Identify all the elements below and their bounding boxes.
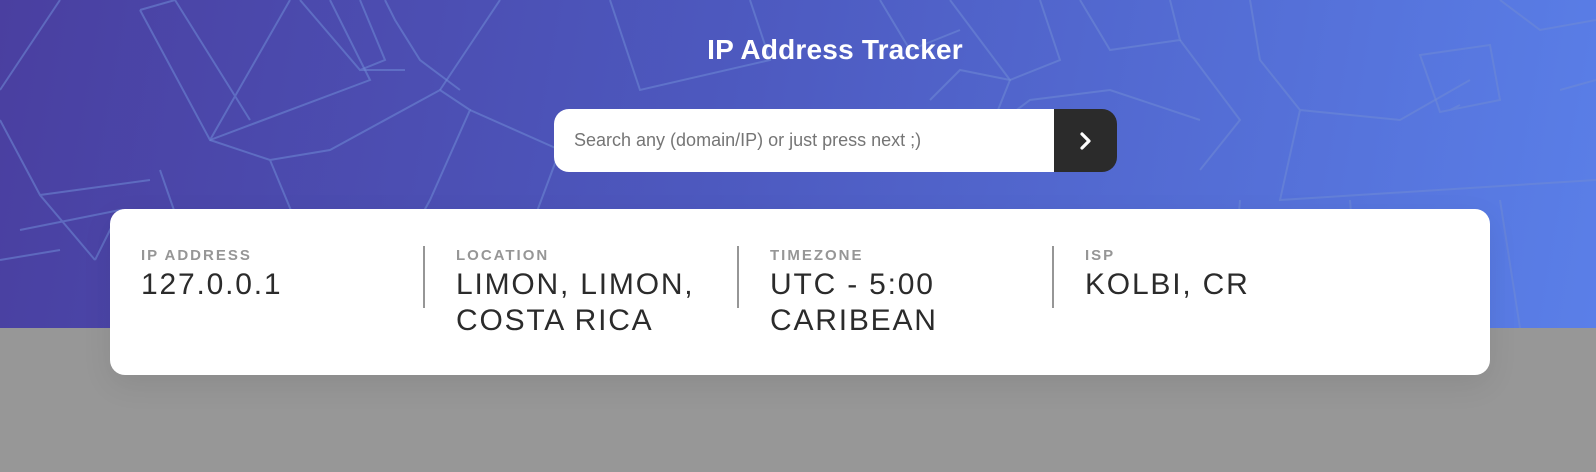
timezone-value: UTC - 5:00 CARIBEAN — [770, 268, 938, 337]
divider — [423, 246, 425, 308]
page-title: IP Address Tracker — [707, 34, 963, 65]
search-input[interactable] — [554, 109, 1054, 172]
isp-block: ISP KOLBI, CR — [1085, 247, 1250, 303]
search-submit-button[interactable] — [1054, 109, 1117, 172]
search-form — [554, 109, 1117, 172]
timezone-block: TIMEZONE UTC - 5:00 CARIBEAN — [770, 247, 1040, 339]
location-value: LIMON, LIMON, COSTA RICA — [456, 268, 695, 337]
ip-address-value: 127.0.0.1 — [141, 268, 283, 301]
location-label: LOCATION — [456, 247, 550, 264]
location-block: LOCATION LIMON, LIMON, COSTA RICA — [456, 247, 726, 339]
isp-label: ISP — [1085, 247, 1116, 264]
ip-address-label: IP ADDRESS — [141, 247, 252, 264]
divider — [737, 246, 739, 308]
ip-address-block: IP ADDRESS 127.0.0.1 — [141, 247, 282, 303]
isp-value: KOLBI, CR — [1085, 268, 1250, 301]
chevron-right-icon — [1079, 131, 1091, 150]
ip-info-card: IP ADDRESS 127.0.0.1 LOCATION LIMON, LIM… — [110, 209, 1490, 375]
timezone-label: TIMEZONE — [770, 247, 864, 264]
divider — [1052, 246, 1054, 308]
